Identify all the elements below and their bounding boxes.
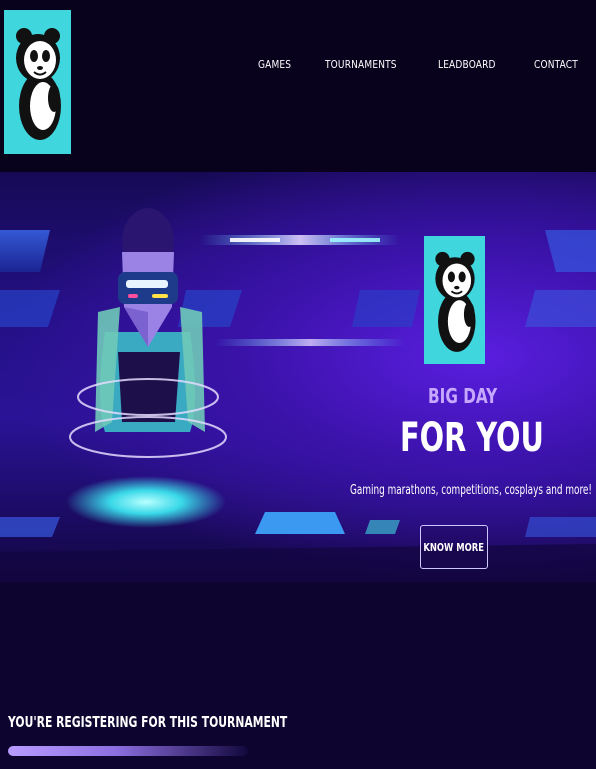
know-more-button[interactable]: KNOW MORE xyxy=(420,525,488,569)
hero-headline: FOR YOU xyxy=(400,415,544,461)
hero-banner: BIG DAY FOR YOU Gaming marathons, compet… xyxy=(0,172,596,582)
main-nav: GAMES TOURNAMENTS LEADBOARD CONTACT xyxy=(258,58,588,71)
panda-icon xyxy=(16,28,61,140)
hero-logo xyxy=(424,236,485,364)
hero-tagline: Gaming marathons, competitions, cosplays… xyxy=(350,483,592,498)
vr-gamer-illustration xyxy=(0,208,596,582)
site-header: GAMES TOURNAMENTS LEADBOARD CONTACT xyxy=(0,0,596,172)
site-logo[interactable] xyxy=(4,10,71,154)
know-more-label: KNOW MORE xyxy=(423,540,485,554)
hero-kicker: BIG DAY xyxy=(428,384,498,408)
register-progress-bar xyxy=(8,746,248,756)
nav-contact[interactable]: CONTACT xyxy=(534,58,578,71)
register-title: YOU'RE REGISTERING FOR THIS TOURNAMENT xyxy=(8,713,288,731)
panda-icon xyxy=(435,251,476,352)
nav-tournaments[interactable]: TOURNAMENTS xyxy=(325,58,397,71)
nav-leadboard[interactable]: LEADBOARD xyxy=(438,58,496,71)
nav-games[interactable]: GAMES xyxy=(258,58,291,71)
register-section: YOU'RE REGISTERING FOR THIS TOURNAMENT xyxy=(0,582,596,769)
